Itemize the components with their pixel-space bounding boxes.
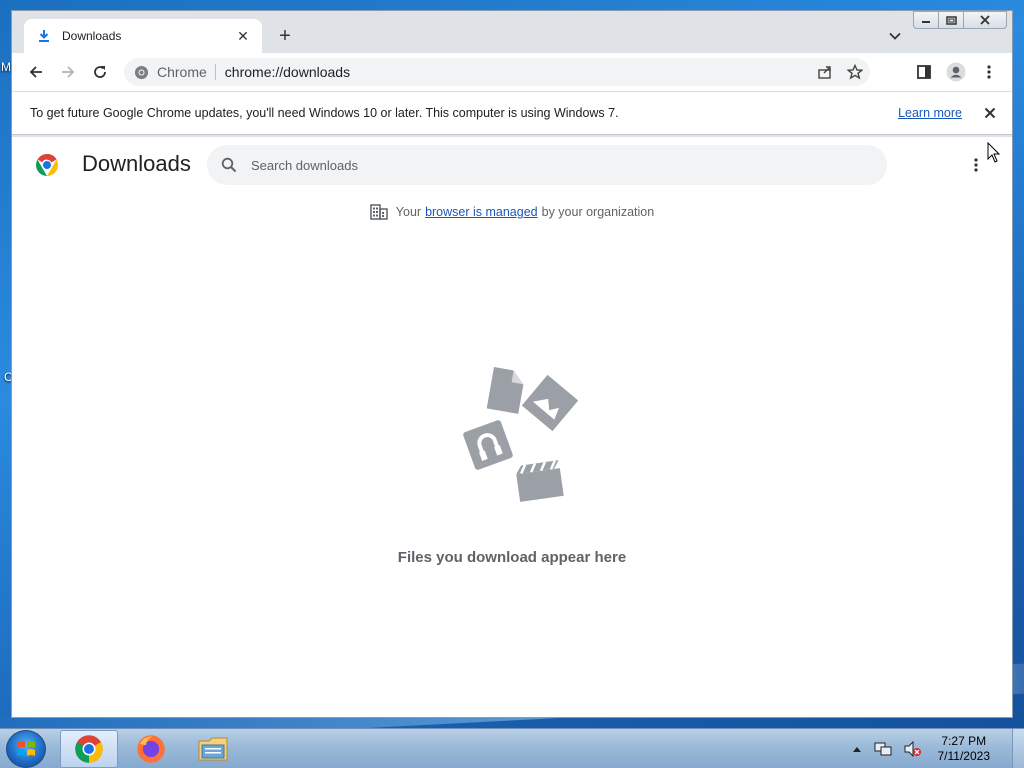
back-button[interactable]	[21, 57, 51, 87]
tab-title: Downloads	[62, 29, 122, 43]
close-icon	[984, 107, 996, 119]
window-close-button[interactable]	[963, 11, 1007, 29]
show-desktop-button[interactable]	[1012, 729, 1024, 768]
system-tray: 7:27 PM 7/11/2023	[846, 729, 1024, 768]
windows-logo-icon	[17, 741, 35, 756]
search-icon	[221, 157, 237, 173]
folder-icon	[198, 737, 228, 761]
volume-status[interactable]	[904, 741, 922, 757]
reload-button[interactable]	[85, 57, 115, 87]
chrome-logo-icon	[36, 154, 58, 176]
new-tab-button[interactable]: +	[274, 25, 296, 47]
arrow-right-icon	[62, 66, 75, 78]
update-infobar: To get future Google Chrome updates, you…	[12, 91, 1012, 135]
arrow-left-icon	[29, 66, 42, 78]
start-button[interactable]	[6, 730, 46, 768]
tab-strip: Downloads ✕ +	[12, 11, 1012, 53]
chrome-menu-button[interactable]	[974, 57, 1004, 87]
image-icon	[521, 374, 579, 432]
firefox-icon	[137, 735, 165, 763]
chevron-up-icon	[852, 747, 861, 752]
forward-button[interactable]	[53, 57, 83, 87]
taskbar-file-explorer[interactable]	[184, 730, 242, 768]
tab-close-icon[interactable]: ✕	[234, 27, 252, 45]
windows-taskbar: 7:27 PM 7/11/2023	[0, 728, 1024, 768]
managed-prefix: Your	[395, 205, 422, 219]
url-text[interactable]: chrome://downloads	[225, 64, 810, 80]
search-downloads[interactable]	[207, 145, 887, 185]
audio-icon	[463, 420, 513, 470]
address-bar[interactable]: Chrome chrome://downloads	[124, 58, 870, 86]
browser-managed-link[interactable]: browser is managed	[425, 205, 538, 219]
avatar-icon	[946, 62, 966, 82]
network-icon	[874, 742, 891, 756]
toolbar: Chrome chrome://downloads	[12, 53, 1012, 91]
close-icon	[980, 15, 990, 25]
share-button[interactable]	[810, 57, 840, 87]
page-title: Downloads	[82, 151, 191, 176]
building-icon	[370, 204, 388, 220]
restore-icon	[945, 15, 957, 25]
profile-button[interactable]	[941, 57, 971, 87]
empty-state-message: Files you download appear here	[397, 549, 627, 566]
learn-more-link[interactable]: Learn more	[898, 106, 962, 120]
downloads-header: Downloads	[12, 137, 1012, 193]
minimize-icon	[922, 21, 930, 23]
volume-muted-icon	[904, 741, 921, 757]
kebab-menu-icon	[974, 158, 978, 172]
taskbar-chrome[interactable]	[60, 730, 118, 768]
downloads-menu-button[interactable]	[966, 155, 986, 175]
infobar-close-button[interactable]	[980, 103, 1000, 123]
chrome-window: Downloads ✕ + Chrome chrome://downloads …	[11, 10, 1013, 718]
mouse-cursor-icon	[987, 142, 1001, 163]
chrome-site-icon	[134, 65, 149, 79]
clock-time: 7:27 PM	[941, 734, 987, 748]
clock-date: 7/11/2023	[937, 749, 991, 763]
star-icon	[847, 64, 863, 80]
minimize-button[interactable]	[913, 11, 939, 29]
site-chip: Chrome	[157, 64, 216, 80]
network-status[interactable]	[874, 741, 892, 757]
download-icon	[39, 30, 49, 42]
document-icon	[486, 367, 524, 414]
share-icon	[818, 66, 831, 79]
restore-button[interactable]	[938, 11, 964, 29]
empty-downloads-illustration	[463, 367, 579, 502]
side-panel-icon	[917, 65, 931, 79]
video-icon	[516, 460, 564, 502]
downloads-page: Downloads Your browser is managed by you…	[12, 137, 1012, 717]
kebab-menu-icon	[987, 65, 991, 79]
side-panel-button[interactable]	[909, 57, 939, 87]
show-hidden-icons-button[interactable]	[852, 745, 862, 753]
bookmark-button[interactable]	[840, 57, 870, 87]
reload-icon	[94, 66, 106, 78]
tab-downloads[interactable]: Downloads ✕	[24, 19, 262, 53]
managed-notice: Your browser is managed by your organiza…	[12, 204, 1012, 220]
infobar-message: To get future Google Chrome updates, you…	[30, 106, 619, 120]
tab-search-chevron-icon[interactable]	[884, 25, 906, 47]
system-clock[interactable]: 7:27 PM 7/11/2023	[938, 734, 991, 764]
chrome-icon	[75, 735, 103, 763]
managed-suffix: by your organization	[541, 205, 655, 219]
search-input[interactable]	[251, 157, 751, 173]
window-controls	[913, 11, 1007, 29]
taskbar-firefox[interactable]	[122, 730, 180, 768]
desktop-icon-label-fragment: M	[1, 60, 11, 74]
